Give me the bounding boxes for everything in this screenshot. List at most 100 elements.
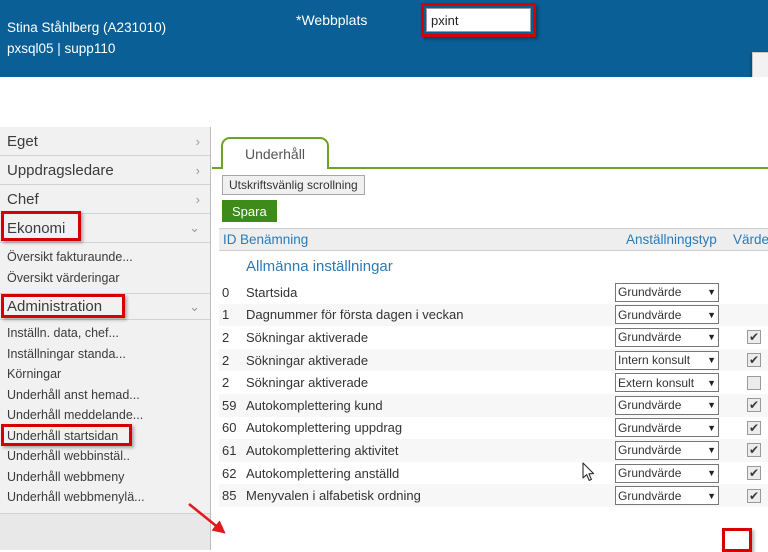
cell-employment-type: Grundvärde ▼ <box>615 282 719 302</box>
user-info-block: Stina Ståhlberg (A231010) pxsql05 | supp… <box>7 17 166 59</box>
sidebar-subitem-underhall-anst-hemadress[interactable]: Underhåll anst hemad... <box>0 385 210 406</box>
user-name: Stina Ståhlberg (A231010) <box>7 20 167 35</box>
chevron-down-icon: ▼ <box>707 468 716 479</box>
sidebar-subitem-label: Körningar <box>7 367 62 382</box>
employment-type-dropdown[interactable]: Grundvärde ▼ <box>615 440 719 460</box>
sidebar-subitem-label: Översikt värderingar <box>7 270 120 285</box>
sidebar-subitem-oversikt-varderingar[interactable]: Översikt värderingar <box>0 268 210 289</box>
chevron-right-icon: › <box>195 162 200 178</box>
dropdown-selected-value: Grundvärde <box>618 420 682 435</box>
sidebar-item-chef[interactable]: Chef › <box>0 185 210 214</box>
top-right-panel[interactable] <box>752 52 768 78</box>
cell-value1 <box>747 420 761 435</box>
sidebar-subitem-underhall-startsidan[interactable]: Underhåll startsidan <box>0 426 210 447</box>
server-info: pxsql05 | supp110 <box>7 41 116 56</box>
cell-id: 85 <box>222 488 237 504</box>
tab-strip: Underhåll <box>212 127 768 169</box>
sidebar-item-uppdragsledare[interactable]: Uppdragsledare › <box>0 156 210 185</box>
sidebar-subitem-underhall-meddelande[interactable]: Underhåll meddelande... <box>0 405 210 426</box>
sidebar-subitem-label: Inställn. data, chef... <box>7 326 119 341</box>
value1-checkbox[interactable] <box>747 466 761 481</box>
employment-type-dropdown[interactable]: Grundvärde ▼ <box>615 418 719 438</box>
sidebar-item-label: Ekonomi <box>7 219 66 237</box>
site-field-label: *Webbplats <box>296 12 368 28</box>
cell-value1 <box>747 466 761 481</box>
value1-checkbox[interactable] <box>747 443 761 458</box>
dropdown-selected-value: Grundvärde <box>618 488 682 503</box>
value1-checkbox[interactable] <box>747 398 761 413</box>
employment-type-dropdown[interactable]: Grundvärde ▼ <box>615 282 719 302</box>
column-header-benamning[interactable]: Benämning <box>240 232 308 247</box>
cell-employment-type: Grundvärde ▼ <box>615 395 719 415</box>
sidebar-item-ekonomi[interactable]: Ekonomi ⌄ <box>0 214 210 243</box>
chevron-down-icon: ⌄ <box>189 298 200 314</box>
sidebar-subitem-underhall-webbinstallningar[interactable]: Underhåll webbinstäl.. <box>0 446 210 467</box>
employment-type-dropdown[interactable]: Extern konsult ▼ <box>615 373 719 393</box>
cell-id: 0 <box>222 284 230 300</box>
cell-name: Autokomplettering uppdrag <box>246 420 403 436</box>
employment-type-dropdown[interactable]: Grundvärde ▼ <box>615 395 719 415</box>
employment-type-dropdown[interactable]: Intern konsult ▼ <box>615 350 719 370</box>
chevron-down-icon: ▼ <box>707 377 716 388</box>
employment-type-dropdown[interactable]: Grundvärde ▼ <box>615 305 719 325</box>
value1-checkbox[interactable] <box>747 353 761 368</box>
dropdown-selected-value: Grundvärde <box>618 443 682 458</box>
column-header-anstallningstyp[interactable]: Anställningstyp <box>626 232 717 247</box>
chevron-right-icon: › <box>195 133 200 149</box>
sidebar-subitem-underhall-webbmenylage[interactable]: Underhåll webbmenylä... <box>0 487 210 508</box>
cell-value1 <box>747 353 761 368</box>
sidebar-subitem-label: Underhåll meddelande... <box>7 408 144 423</box>
sidebar-navigation: Eget › Uppdragsledare › Chef › Ekonomi ⌄… <box>0 127 211 550</box>
table-header-row: ID Benämning Anställningstyp Värde1 <box>219 228 768 251</box>
column-header-varde1[interactable]: Värde1 <box>733 232 768 247</box>
table-row: 59 Autokomplettering kund Grundvärde ▼ <box>219 393 768 417</box>
table-row: 2 Sökningar aktiverade Intern konsult ▼ <box>219 348 768 372</box>
table-row: 0 Startsida Grundvärde ▼ <box>219 281 768 304</box>
employment-type-dropdown[interactable]: Grundvärde ▼ <box>615 486 719 506</box>
employment-type-dropdown[interactable]: Grundvärde ▼ <box>615 463 719 483</box>
sidebar-item-label: Uppdragsledare <box>7 161 114 179</box>
cell-employment-type: Grundvärde ▼ <box>615 440 719 460</box>
table-row: 60 Autokomplettering uppdrag Grundvärde ▼ <box>219 416 768 440</box>
print-button-label: Utskriftsvänlig scrollning <box>229 178 358 192</box>
sidebar-subitem-installn-data-chef[interactable]: Inställn. data, chef... <box>0 323 210 344</box>
value1-checkbox[interactable] <box>747 375 761 390</box>
cell-name: Sökningar aktiverade <box>246 329 369 345</box>
site-input[interactable] <box>426 8 531 32</box>
print-friendly-scroll-button[interactable]: Utskriftsvänlig scrollning <box>222 175 365 195</box>
sidebar-item-eget[interactable]: Eget › <box>0 127 210 156</box>
cell-name: Startsida <box>246 284 298 300</box>
sidebar-subitem-korningar[interactable]: Körningar <box>0 364 210 385</box>
save-button[interactable]: Spara <box>222 200 277 222</box>
dropdown-selected-value: Intern konsult <box>618 353 691 368</box>
chevron-down-icon: ▼ <box>707 355 716 366</box>
cell-name: Sökningar aktiverade <box>246 352 369 368</box>
table-row: 2 Sökningar aktiverade Extern konsult ▼ <box>219 371 768 394</box>
dropdown-selected-value: Grundvärde <box>618 466 682 481</box>
value1-checkbox[interactable] <box>747 488 761 503</box>
sidebar-subitem-oversikt-fakturaunderlag[interactable]: Översikt fakturaunde... <box>0 247 210 268</box>
employment-type-dropdown[interactable]: Grundvärde ▼ <box>615 327 719 347</box>
tab-underhall[interactable]: Underhåll <box>221 137 329 169</box>
sidebar-subitem-label: Underhåll startsidan <box>7 428 119 443</box>
sidebar-subitem-underhall-webbmeny[interactable]: Underhåll webbmeny <box>0 467 210 488</box>
sidebar-item-administration[interactable]: Administration ⌄ <box>0 293 210 320</box>
main-content-area: Underhåll Utskriftsvänlig scrollning Spa… <box>212 127 768 550</box>
sidebar-item-label: Chef <box>7 190 39 208</box>
chevron-right-icon: › <box>195 191 200 207</box>
value1-checkbox[interactable] <box>747 330 761 345</box>
chevron-down-icon: ⌄ <box>189 220 200 235</box>
cell-employment-type: Grundvärde ▼ <box>615 463 719 483</box>
chevron-down-icon: ▼ <box>707 490 716 501</box>
value1-checkbox[interactable] <box>747 420 761 435</box>
table-row: 62 Autokomplettering anställd Grundvärde ▼ <box>219 461 768 485</box>
cell-employment-type: Grundvärde ▼ <box>615 418 719 438</box>
cell-employment-type: Grundvärde ▼ <box>615 305 719 325</box>
cell-id: 1 <box>222 307 230 323</box>
cell-id: 61 <box>222 442 237 458</box>
site-field-wrapper <box>426 8 531 32</box>
sidebar-subitem-installningar-standard[interactable]: Inställningar standa... <box>0 344 210 365</box>
cell-value1 <box>747 443 761 458</box>
column-header-id[interactable]: ID <box>223 232 237 247</box>
cell-value1 <box>747 330 761 345</box>
